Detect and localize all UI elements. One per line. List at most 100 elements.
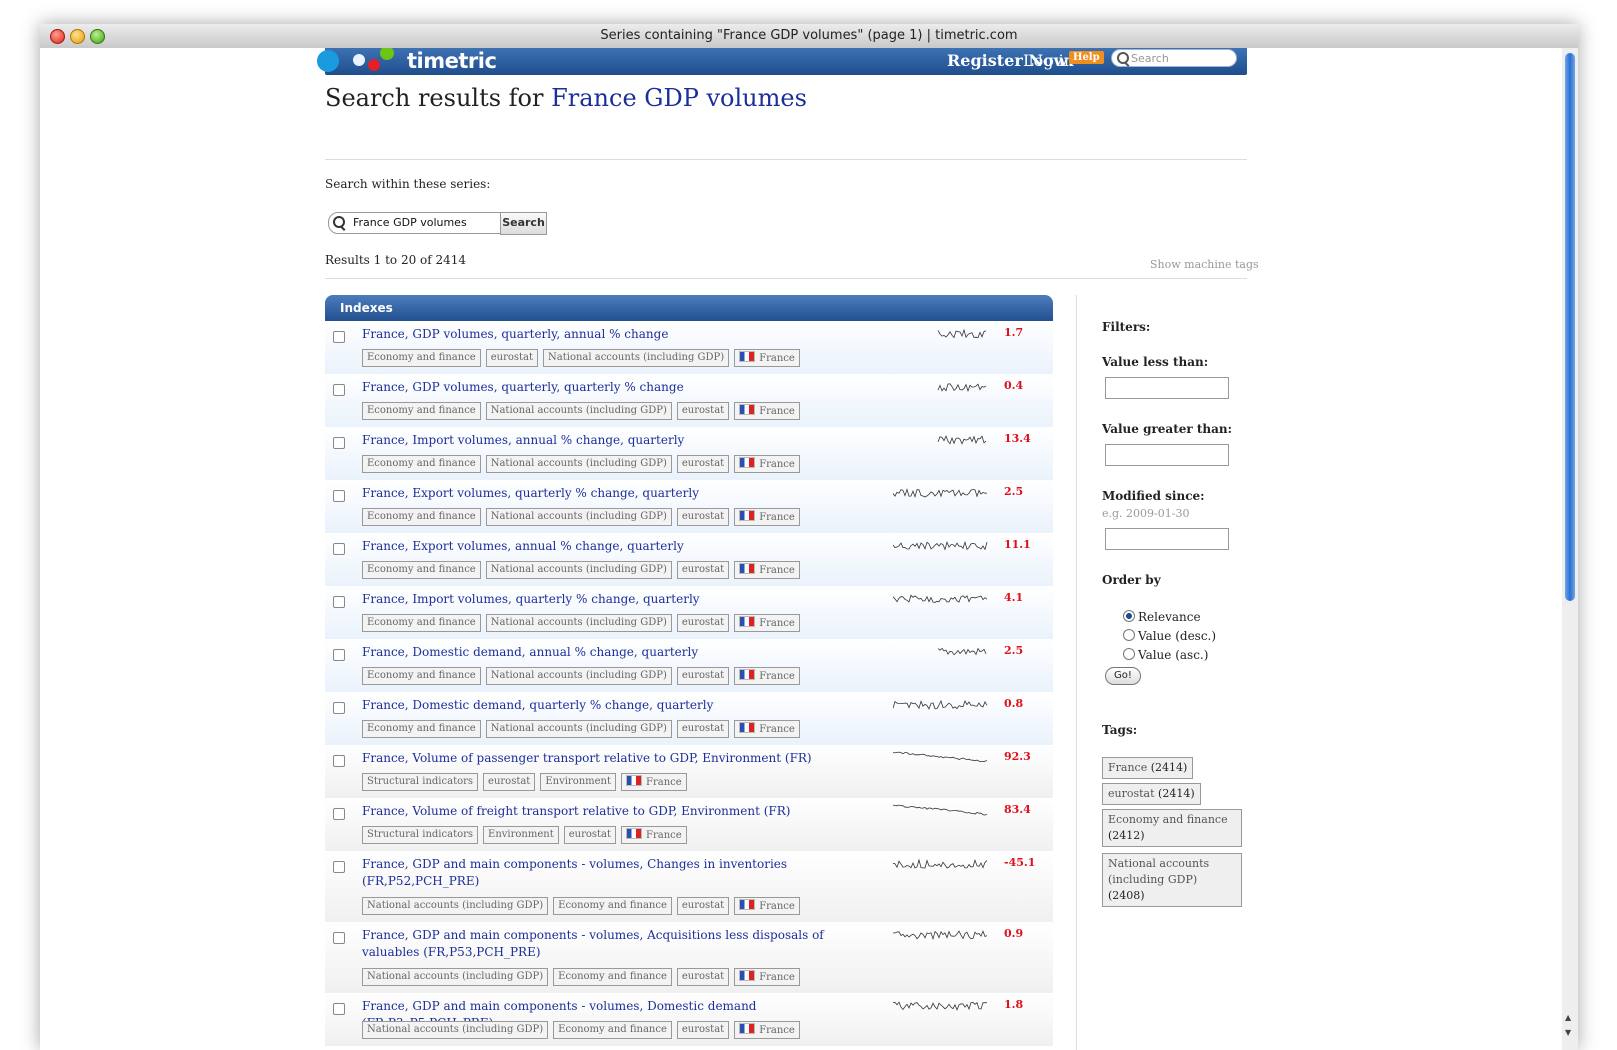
result-checkbox[interactable]: [333, 808, 345, 820]
country-tag[interactable]: France: [734, 402, 800, 420]
scroll-down-icon[interactable]: ▼: [1565, 1028, 1571, 1037]
result-tag[interactable]: eurostat: [676, 508, 730, 526]
result-checkbox[interactable]: [333, 755, 345, 767]
result-checkbox[interactable]: [333, 543, 345, 555]
result-tag[interactable]: eurostat: [676, 1021, 730, 1039]
result-checkbox[interactable]: [333, 490, 345, 502]
search-within-button[interactable]: Search: [500, 212, 547, 235]
result-tag[interactable]: National accounts (including GDP): [543, 349, 730, 367]
result-title-link[interactable]: France, GDP volumes, quarterly, annual %…: [362, 326, 862, 343]
vertical-scrollbar[interactable]: ▲ ▼: [1561, 48, 1578, 1050]
result-title-link[interactable]: France, Export volumes, annual % change,…: [362, 538, 862, 555]
result-tag[interactable]: National accounts (including GDP): [485, 508, 672, 526]
result-tag[interactable]: Economy and finance: [362, 349, 481, 367]
result-tag[interactable]: Economy and finance: [362, 614, 481, 632]
result-tag[interactable]: eurostat: [563, 826, 617, 844]
order-value-desc-radio[interactable]: Value (desc.): [1123, 629, 1216, 643]
help-button[interactable]: Help: [1069, 51, 1104, 64]
result-title-link[interactable]: France, Domestic demand, quarterly % cha…: [362, 697, 862, 714]
filter-tag-national-accounts[interactable]: National accounts (including GDP) (2408): [1102, 853, 1242, 907]
country-tag[interactable]: France: [621, 773, 687, 791]
result-tag[interactable]: National accounts (including GDP): [485, 561, 672, 579]
result-tag[interactable]: Structural indicators: [362, 773, 479, 791]
result-tag[interactable]: National accounts (including GDP): [362, 968, 549, 986]
show-machine-tags-link[interactable]: Show machine tags: [1150, 258, 1259, 271]
result-checkbox[interactable]: [333, 1003, 345, 1015]
result-title-link[interactable]: France, GDP and main components - volume…: [362, 927, 862, 961]
country-tag[interactable]: France: [734, 720, 800, 738]
result-checkbox[interactable]: [333, 437, 345, 449]
result-tag[interactable]: eurostat: [483, 773, 536, 791]
filter-tag-france[interactable]: France (2414): [1102, 757, 1194, 779]
result-tag[interactable]: National accounts (including GDP): [485, 667, 672, 685]
result-checkbox[interactable]: [333, 702, 345, 714]
result-tag[interactable]: eurostat: [676, 402, 730, 420]
result-tag[interactable]: National accounts (including GDP): [485, 614, 672, 632]
scrollbar-thumb[interactable]: [1565, 53, 1575, 601]
country-tag[interactable]: France: [734, 667, 800, 685]
result-tag[interactable]: National accounts (including GDP): [485, 455, 672, 473]
site-search-input[interactable]: Search: [1111, 49, 1237, 67]
result-checkbox[interactable]: [333, 649, 345, 661]
result-tag[interactable]: Structural indicators: [362, 826, 479, 844]
result-title-link[interactable]: France, Domestic demand, annual % change…: [362, 644, 862, 661]
result-tag[interactable]: eurostat: [676, 720, 730, 738]
filter-tag-economy-and-finance[interactable]: Economy and finance (2412): [1102, 809, 1242, 847]
result-tag[interactable]: eurostat: [676, 897, 730, 915]
modified-since-input[interactable]: [1105, 528, 1229, 550]
result-title-link[interactable]: France, Import volumes, annual % change,…: [362, 432, 862, 449]
filter-tag-name: Economy and finance: [1108, 813, 1228, 826]
value-less-than-input[interactable]: [1105, 377, 1229, 399]
result-tag[interactable]: eurostat: [676, 455, 730, 473]
country-tag[interactable]: France: [734, 561, 800, 579]
result-checkbox[interactable]: [333, 384, 345, 396]
result-tag[interactable]: Economy and finance: [553, 1021, 672, 1039]
result-tag[interactable]: National accounts (including GDP): [362, 1021, 549, 1039]
scroll-up-icon[interactable]: ▲: [1565, 1013, 1571, 1022]
country-tag[interactable]: France: [734, 897, 800, 915]
result-tag[interactable]: Economy and finance: [362, 561, 481, 579]
result-tag[interactable]: eurostat: [676, 561, 730, 579]
country-tag[interactable]: France: [734, 349, 800, 367]
result-tag[interactable]: Economy and finance: [362, 455, 481, 473]
result-title-link[interactable]: France, Import volumes, quarterly % chan…: [362, 591, 862, 608]
result-tag[interactable]: National accounts (including GDP): [485, 720, 672, 738]
result-title-link[interactable]: France, GDP and main components - volume…: [362, 856, 862, 890]
order-value-asc-radio[interactable]: Value (asc.): [1123, 648, 1208, 662]
result-tag[interactable]: Economy and finance: [362, 508, 481, 526]
country-tag[interactable]: France: [734, 455, 800, 473]
result-tag[interactable]: eurostat: [676, 667, 730, 685]
country-tag[interactable]: France: [734, 614, 800, 632]
search-within-input[interactable]: France GDP volumes: [328, 212, 502, 234]
order-relevance-radio[interactable]: Relevance: [1123, 610, 1201, 624]
login-link[interactable]: Log in: [1023, 51, 1074, 70]
go-button[interactable]: Go!: [1105, 667, 1141, 685]
result-tag[interactable]: Environment: [540, 773, 617, 791]
result-tag[interactable]: Economy and finance: [362, 720, 481, 738]
result-tag[interactable]: eurostat: [485, 349, 539, 367]
result-title-link[interactable]: France, Volume of passenger transport re…: [362, 750, 862, 767]
result-checkbox[interactable]: [333, 596, 345, 608]
value-greater-than-input[interactable]: [1105, 444, 1229, 466]
result-tag[interactable]: Economy and finance: [553, 897, 672, 915]
result-tag[interactable]: Economy and finance: [362, 402, 481, 420]
country-tag[interactable]: France: [734, 968, 800, 986]
result-tag[interactable]: Environment: [483, 826, 559, 844]
result-title-link[interactable]: France, GDP volumes, quarterly, quarterl…: [362, 379, 862, 396]
result-tag[interactable]: Economy and finance: [362, 667, 481, 685]
result-tag[interactable]: National accounts (including GDP): [485, 402, 672, 420]
result-tag[interactable]: National accounts (including GDP): [362, 897, 549, 915]
logo[interactable]: timetric: [317, 48, 505, 75]
result-title-link[interactable]: France, Export volumes, quarterly % chan…: [362, 485, 862, 502]
result-checkbox[interactable]: [333, 932, 345, 944]
result-checkbox[interactable]: [333, 331, 345, 343]
filter-tag-eurostat[interactable]: eurostat (2414): [1102, 783, 1201, 805]
country-tag[interactable]: France: [734, 1021, 800, 1039]
result-tag[interactable]: eurostat: [676, 968, 730, 986]
result-checkbox[interactable]: [333, 861, 345, 873]
result-title-link[interactable]: France, Volume of freight transport rela…: [362, 803, 862, 820]
country-tag[interactable]: France: [734, 508, 800, 526]
result-tag[interactable]: eurostat: [676, 614, 730, 632]
result-tag[interactable]: Economy and finance: [553, 968, 672, 986]
country-tag[interactable]: France: [621, 826, 687, 844]
